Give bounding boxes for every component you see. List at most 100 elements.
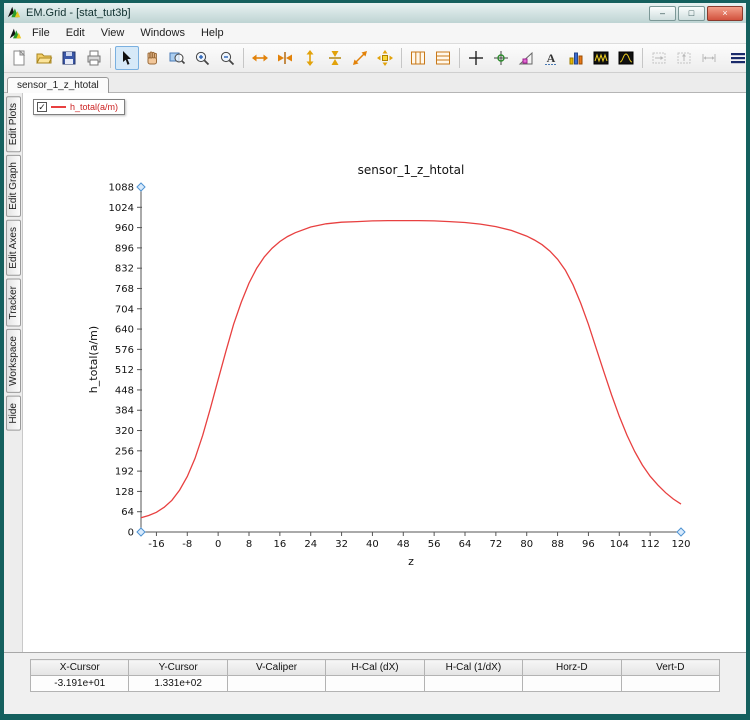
compress-horizontal-button[interactable] xyxy=(273,46,297,70)
close-button[interactable]: × xyxy=(707,6,743,21)
envelope-button[interactable] xyxy=(614,46,638,70)
svg-text:960: 960 xyxy=(115,223,134,234)
svg-text:80: 80 xyxy=(520,539,533,550)
toolbar: A Layout ▾ xyxy=(4,44,746,73)
linked-axes-icon xyxy=(650,49,668,67)
tab-sensor-1-z-htotal[interactable]: sensor_1_z_htotal xyxy=(7,77,109,93)
left-tool-sidebar: Edit Plots Edit Graph Edit Axes Tracker … xyxy=(4,93,23,652)
legend-label: h_total(a/m) xyxy=(70,102,118,112)
link-x-button[interactable] xyxy=(647,46,671,70)
histogram-button[interactable] xyxy=(564,46,588,70)
title-bar[interactable]: EM.Grid - [stat_tut3b] – □ × xyxy=(4,3,746,23)
svg-text:24: 24 xyxy=(304,539,317,550)
zoom-region-icon xyxy=(168,49,186,67)
minimize-button[interactable]: – xyxy=(649,6,676,21)
maximize-button[interactable]: □ xyxy=(678,6,705,21)
sidebar-item-edit-axes[interactable]: Edit Axes xyxy=(6,220,21,276)
zoom-in-icon xyxy=(193,49,211,67)
zoom-in-button[interactable] xyxy=(190,46,214,70)
svg-text:56: 56 xyxy=(428,539,441,550)
window-title: EM.Grid - [stat_tut3b] xyxy=(26,7,644,19)
print-button[interactable] xyxy=(82,46,106,70)
sidebar-item-tracker[interactable]: Tracker xyxy=(6,279,21,327)
svg-text:896: 896 xyxy=(115,243,134,254)
menu-edit[interactable]: Edit xyxy=(58,25,93,41)
svg-text:832: 832 xyxy=(115,264,134,275)
compress-vertical-button[interactable] xyxy=(323,46,347,70)
crosshair-icon xyxy=(467,49,485,67)
fit-vertical-button[interactable] xyxy=(298,46,322,70)
slope-triangle-icon xyxy=(517,49,535,67)
menu-help[interactable]: Help xyxy=(193,25,232,41)
tracker-button[interactable] xyxy=(489,46,513,70)
plot-tab-strip: sensor_1_z_htotal xyxy=(4,73,746,93)
svg-text:64: 64 xyxy=(459,539,472,550)
sidebar-item-edit-plots[interactable]: Edit Plots xyxy=(6,96,21,152)
save-button[interactable] xyxy=(57,46,81,70)
autoscale-button[interactable] xyxy=(373,46,397,70)
svg-text:1088: 1088 xyxy=(109,183,134,194)
cursor-arrow-icon xyxy=(118,49,136,67)
fit-both-button[interactable] xyxy=(348,46,372,70)
zoom-out-button[interactable] xyxy=(215,46,239,70)
status-header: V-Caliper xyxy=(227,660,325,676)
layout-button[interactable]: Layout ▾ xyxy=(722,49,750,67)
sidebar-item-workspace[interactable]: Workspace xyxy=(6,329,21,393)
legend-checkbox[interactable]: ✓ xyxy=(37,102,47,112)
crosshair-button[interactable] xyxy=(464,46,488,70)
svg-text:448: 448 xyxy=(115,385,134,396)
content-area: Edit Plots Edit Graph Edit Axes Tracker … xyxy=(4,93,746,652)
svg-text:0: 0 xyxy=(215,539,221,550)
status-value-horz-d xyxy=(523,676,621,692)
text-annotation-button[interactable]: A xyxy=(539,46,563,70)
slope-button[interactable] xyxy=(514,46,538,70)
waveform-button[interactable] xyxy=(589,46,613,70)
app-logo-icon xyxy=(7,5,21,22)
h-extents-icon xyxy=(251,49,269,67)
menu-windows[interactable]: Windows xyxy=(132,25,193,41)
sidebar-item-hide[interactable]: Hide xyxy=(6,396,21,431)
status-header: Vert-D xyxy=(621,660,719,676)
status-value-row: -3.191e+01 1.331e+02 xyxy=(31,676,720,692)
new-file-button[interactable] xyxy=(7,46,31,70)
svg-text:16: 16 xyxy=(273,539,286,550)
document-menu-icon[interactable] xyxy=(6,27,24,40)
grid-columns-icon xyxy=(409,49,427,67)
chart[interactable]: sensor_1_z_htotal06412819225632038444851… xyxy=(81,157,721,587)
select-cursor-button[interactable] xyxy=(115,46,139,70)
link-y-button[interactable] xyxy=(672,46,696,70)
fit-horizontal-button[interactable] xyxy=(248,46,272,70)
sidebar-item-edit-graph[interactable]: Edit Graph xyxy=(6,155,21,217)
legend-box[interactable]: ✓ h_total(a/m) xyxy=(33,99,125,115)
menu-file[interactable]: File xyxy=(24,25,58,41)
grid-rows-button[interactable] xyxy=(431,46,455,70)
status-header: Horz-D xyxy=(523,660,621,676)
cursor-status-table: X-Cursor Y-Cursor V-Caliper H-Cal (dX) H… xyxy=(30,659,720,692)
envelope-dark-icon xyxy=(617,49,635,67)
h-span-button[interactable] xyxy=(697,46,721,70)
pan-button[interactable] xyxy=(140,46,164,70)
svg-text:120: 120 xyxy=(671,539,690,550)
toolbar-separator xyxy=(401,48,402,68)
hand-icon xyxy=(143,49,161,67)
plot-canvas: ✓ h_total(a/m) sensor_1_z_htotal06412819… xyxy=(23,93,746,652)
printer-icon xyxy=(85,49,103,67)
status-value-y-cursor: 1.331e+02 xyxy=(129,676,227,692)
open-file-button[interactable] xyxy=(32,46,56,70)
svg-text:z: z xyxy=(408,555,414,568)
svg-text:640: 640 xyxy=(115,325,134,336)
new-file-icon xyxy=(10,49,28,67)
svg-text:704: 704 xyxy=(115,304,134,315)
window-controls: – □ × xyxy=(649,6,743,21)
svg-text:-8: -8 xyxy=(182,539,192,550)
status-value-h-cal-1dx xyxy=(424,676,522,692)
zoom-window-button[interactable] xyxy=(165,46,189,70)
svg-text:320: 320 xyxy=(115,426,134,437)
xy-extents-icon xyxy=(351,49,369,67)
svg-text:48: 48 xyxy=(397,539,410,550)
toolbar-separator xyxy=(243,48,244,68)
menu-view[interactable]: View xyxy=(93,25,133,41)
grid-columns-button[interactable] xyxy=(406,46,430,70)
tracker-crosshair-icon xyxy=(492,49,510,67)
toolbar-separator xyxy=(459,48,460,68)
